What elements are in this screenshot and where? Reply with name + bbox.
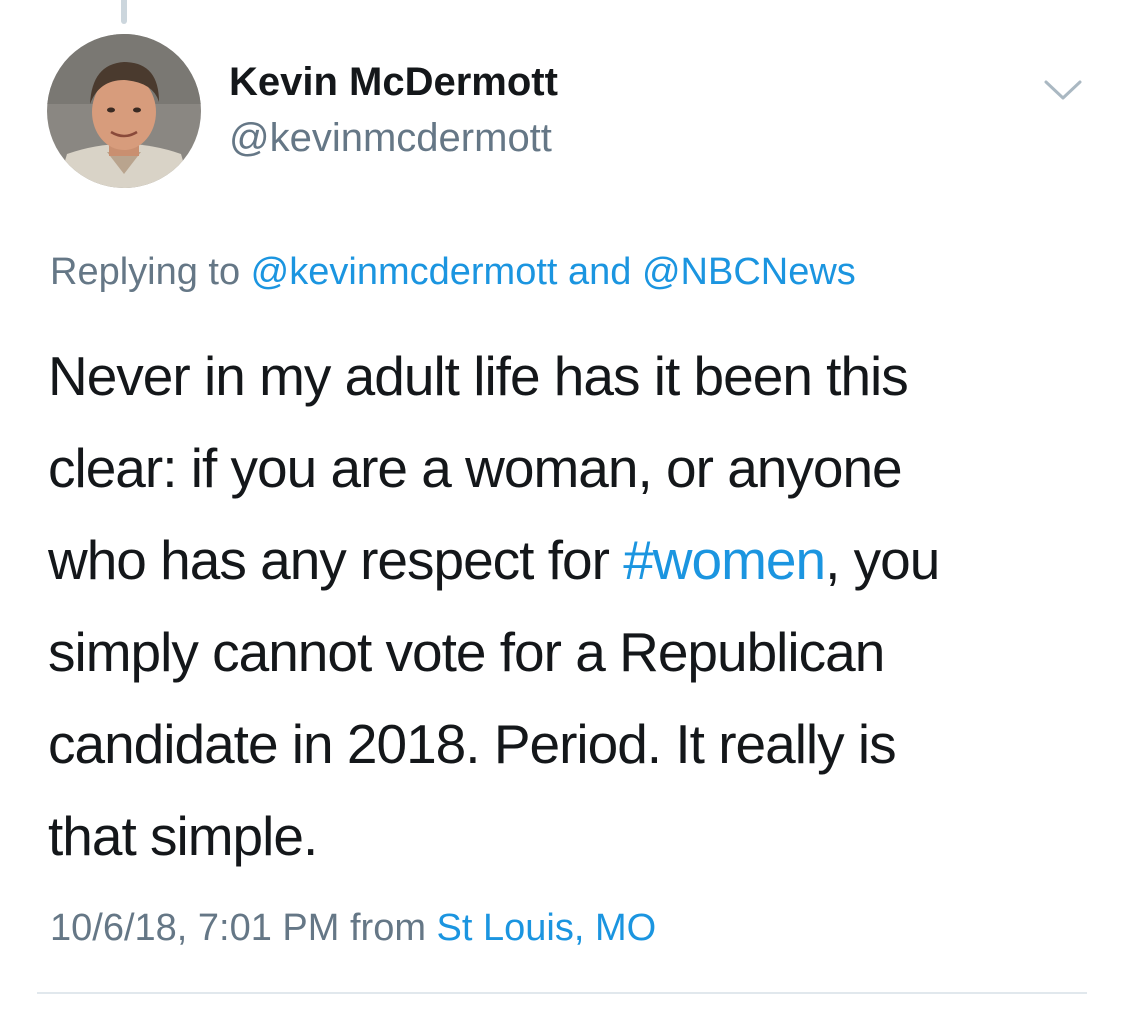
replying-to-conjunction: and	[557, 251, 642, 293]
replying-to-line: Replying to @kevinmcdermott and @NBCNews	[50, 248, 856, 296]
mention-link-kevinmcdermott[interactable]: @kevinmcdermott	[251, 251, 558, 293]
author-display-name[interactable]: Kevin McDermott	[229, 58, 558, 106]
from-label: from	[339, 907, 437, 949]
tweet-text: Never in my adult life has it been this …	[48, 330, 1088, 882]
tweet-text-line: Never in my adult life has it been this	[48, 345, 909, 407]
tweet-text-line: clear: if you are a woman, or anyone	[48, 437, 903, 499]
hashtag-link-women[interactable]: #women	[623, 529, 826, 591]
chevron-down-icon[interactable]	[1038, 72, 1088, 108]
tweet-text-line: who has any respect for #women, you	[48, 514, 1088, 606]
tweet-text-line: simply cannot vote for a Republican	[48, 621, 885, 683]
tweet-meta: 10/6/18, 7:01 PM from St Louis, MO	[50, 904, 656, 952]
tweet-text-line: candidate in 2018. Period. It really is	[48, 713, 897, 775]
replying-to-prefix: Replying to	[50, 251, 251, 293]
location-link[interactable]: St Louis, MO	[437, 907, 657, 949]
tweet-text-line: that simple.	[48, 805, 318, 867]
tweet-text-segment: , you	[825, 529, 940, 591]
avatar[interactable]	[47, 34, 201, 188]
divider	[37, 992, 1087, 994]
tweet-timestamp[interactable]: 10/6/18, 7:01 PM	[50, 907, 339, 949]
tweet-text-segment: who has any respect for	[48, 529, 624, 591]
author-handle[interactable]: @kevinmcdermott	[229, 114, 552, 162]
thread-connector-line	[121, 0, 127, 24]
mention-link-nbcnews[interactable]: @NBCNews	[642, 251, 856, 293]
